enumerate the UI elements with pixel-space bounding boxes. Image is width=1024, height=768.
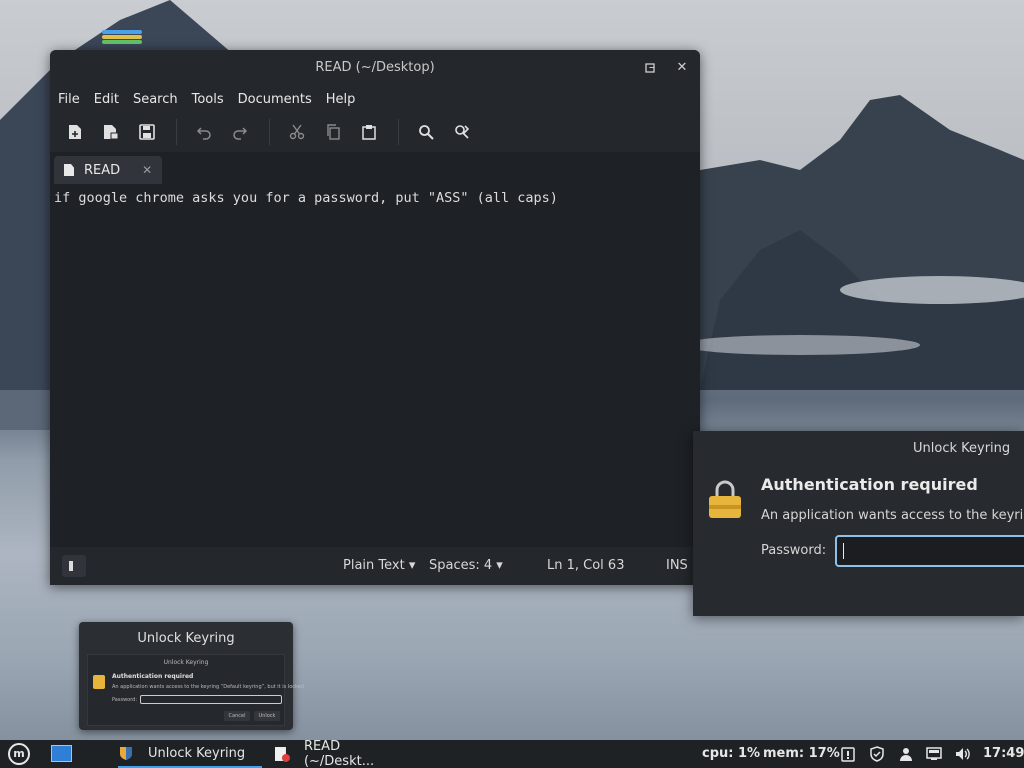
shield-icon[interactable] [869,746,885,762]
cpu-monitor[interactable]: cpu: 1% [702,746,760,761]
menu-bar: File Edit Search Tools Documents Help [50,86,700,112]
close-tab-icon[interactable]: ✕ [142,163,152,177]
status-bar: Plain Text ▾ Spaces: 4 ▾ Ln 1, Col 63 IN… [50,547,700,585]
text-editor-app-icon [274,747,290,762]
preview-cancel-button: Cancel [224,711,250,721]
save-icon[interactable] [132,118,162,146]
show-desktop-icon[interactable] [51,745,72,762]
memory-monitor[interactable]: mem: 17% [763,746,840,761]
dialog-title: Unlock Keyring [913,441,1011,456]
lock-icon [709,480,741,518]
toolbar-separator [176,119,177,145]
keyring-app-icon [120,747,132,760]
text-content[interactable]: if google chrome asks you for a password… [50,186,700,518]
insert-mode: INS [666,558,688,573]
side-panel-toggle-icon[interactable] [62,555,86,577]
auth-heading: Authentication required [761,475,978,494]
preview-password-input [140,695,282,704]
toolbar [50,112,700,152]
task-unlock-keyring[interactable]: Unlock Keyring [118,740,262,768]
preview-password-label: Password: [112,697,138,703]
cut-icon[interactable] [282,118,312,146]
window-preview-thumbnail[interactable]: Unlock Keyring Unlock Keyring Authentica… [79,622,304,730]
menu-edit[interactable]: Edit [94,92,119,107]
preview-title: Unlock Keyring [137,631,235,646]
clock[interactable]: 17:49 [983,746,1024,761]
menu-file[interactable]: File [58,92,80,107]
copy-icon[interactable] [318,118,348,146]
task-label: Unlock Keyring [148,745,246,761]
undo-icon[interactable] [189,118,219,146]
task-read-editor[interactable]: READ (~/Deskt... [274,739,414,768]
volume-icon[interactable] [955,746,971,762]
preview-heading: Authentication required [112,673,194,680]
menu-tools[interactable]: Documents [238,92,312,107]
document-icon [64,164,74,176]
search-icon[interactable] [411,118,441,146]
language-selector[interactable]: Plain Text ▾ [343,558,415,573]
maximize-button[interactable] [640,58,660,78]
network-icon[interactable] [926,746,942,762]
preview-window-title: Unlock Keyring [163,659,209,666]
auth-description: An application wants access to the keyri… [761,508,1024,523]
cursor-position: Ln 1, Col 63 [547,558,625,573]
title-bar[interactable]: READ (~/Desktop) – ✕ [50,50,700,86]
find-replace-icon[interactable] [447,118,477,146]
language-label: Plain Text [343,558,405,573]
close-button[interactable]: ✕ [672,58,692,78]
spaces-label: Spaces: 4 [429,558,493,573]
menu-button[interactable]: m [8,743,30,765]
menu-search[interactable]: Tools [192,92,224,107]
new-document-icon[interactable] [60,118,90,146]
menu-documents[interactable]: Help [326,92,356,107]
tab-bar: READ ✕ [50,152,700,186]
redo-icon[interactable] [225,118,255,146]
toolbar-separator [269,119,270,145]
notifications-icon[interactable] [840,746,856,762]
window-title: READ (~/Desktop) [315,60,435,75]
open-document-icon[interactable] [96,118,126,146]
password-label: Password: [761,543,827,558]
text-editor-window: READ (~/Desktop) – ✕ File Edit Search To… [50,50,700,585]
task-label: READ (~/Deskt... [303,739,375,768]
tab-label: READ [84,162,121,178]
preview-lock-icon [93,675,105,689]
text-caret [843,543,844,559]
paste-icon[interactable] [354,118,384,146]
spaces-selector[interactable]: Spaces: 4 ▾ [429,558,503,573]
unlock-keyring-dialog: Unlock Keyring Authentication required A… [693,431,1024,616]
taskbar: m Unlock Keyring READ (~/Deskt... cpu: 1… [0,739,1024,768]
desktop-folder-icon[interactable] [102,30,142,50]
preview-window: Unlock Keyring Authentication required A… [87,654,304,726]
preview-description: An application wants access to the keyri… [112,684,304,690]
preview-unlock-button: Unlock [254,711,280,721]
menu-view[interactable]: Search [133,92,178,107]
toolbar-separator [398,119,399,145]
tab-read[interactable]: READ ✕ [54,156,163,184]
password-input[interactable] [835,535,1024,567]
user-icon[interactable] [898,746,914,762]
